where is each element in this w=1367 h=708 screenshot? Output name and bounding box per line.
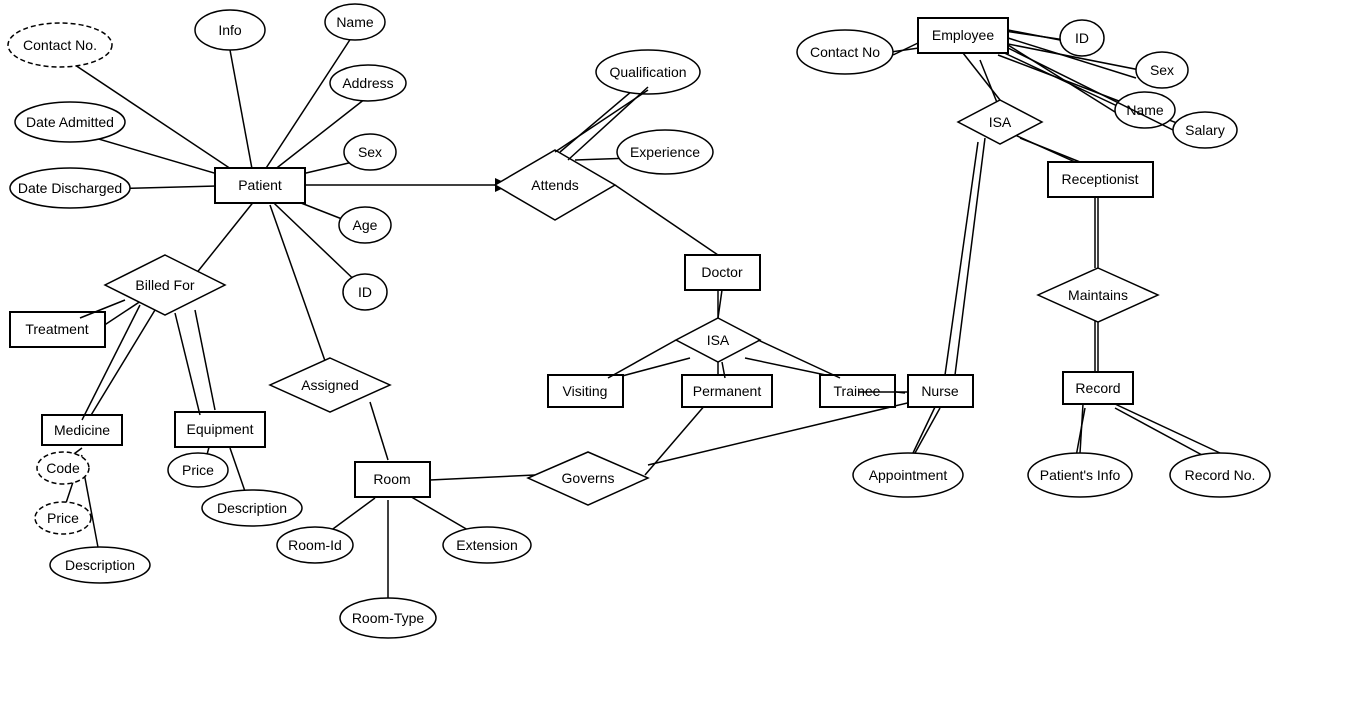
equip-desc-text: Description [217,500,287,516]
record-label: Record [1075,380,1120,396]
room-id-text: Room-Id [288,537,342,553]
maintains-text: Maintains [1068,287,1128,303]
treatment-label: Treatment [25,321,88,337]
address-text: Address [342,75,393,91]
medicine-desc-text: Description [65,557,135,573]
isa-doctor-text: ISA [707,332,730,348]
billed-for-text: Billed For [135,277,194,293]
isa-employee-text: ISA [989,114,1012,130]
employee-label: Employee [932,27,994,43]
equipment-label: Equipment [187,421,254,437]
medicine-code-text: Code [46,460,80,476]
qualification-text: Qualification [609,64,686,80]
patient-id-text: ID [358,284,372,300]
extension-text: Extension [456,537,517,553]
contact-no-text: Contact No. [23,37,97,53]
room-type-text: Room-Type [352,610,425,626]
experience-text: Experience [630,144,700,160]
patient-label: Patient [238,177,282,193]
emp-id-text: ID [1075,30,1089,46]
emp-contact-text: Contact No [810,44,880,60]
medicine-price-text: Price [47,510,79,526]
age-text: Age [353,217,378,233]
appointment-text: Appointment [869,467,948,483]
date-admitted-text: Date Admitted [26,114,114,130]
name-text: Name [336,14,374,30]
room-label: Room [373,471,410,487]
medicine-label: Medicine [54,422,110,438]
attends-text: Attends [531,177,578,193]
record-no-text: Record No. [1185,467,1256,483]
emp-sex-text: Sex [1150,62,1174,78]
assigned-text: Assigned [301,377,359,393]
info-text: Info [218,22,242,38]
doctor-label: Doctor [701,264,743,280]
nurse-label: Nurse [921,383,959,399]
trainee-label: Trainee [834,383,881,399]
date-discharged-text: Date Discharged [18,180,122,196]
sex-text: Sex [358,144,382,160]
governs-text: Governs [562,470,615,486]
visiting-label: Visiting [563,383,608,399]
equip-price-text: Price [182,462,214,478]
permanent-label: Permanent [693,383,762,399]
emp-salary-text: Salary [1185,122,1225,138]
receptionist-label: Receptionist [1061,171,1138,187]
patients-info-text: Patient's Info [1040,467,1121,483]
